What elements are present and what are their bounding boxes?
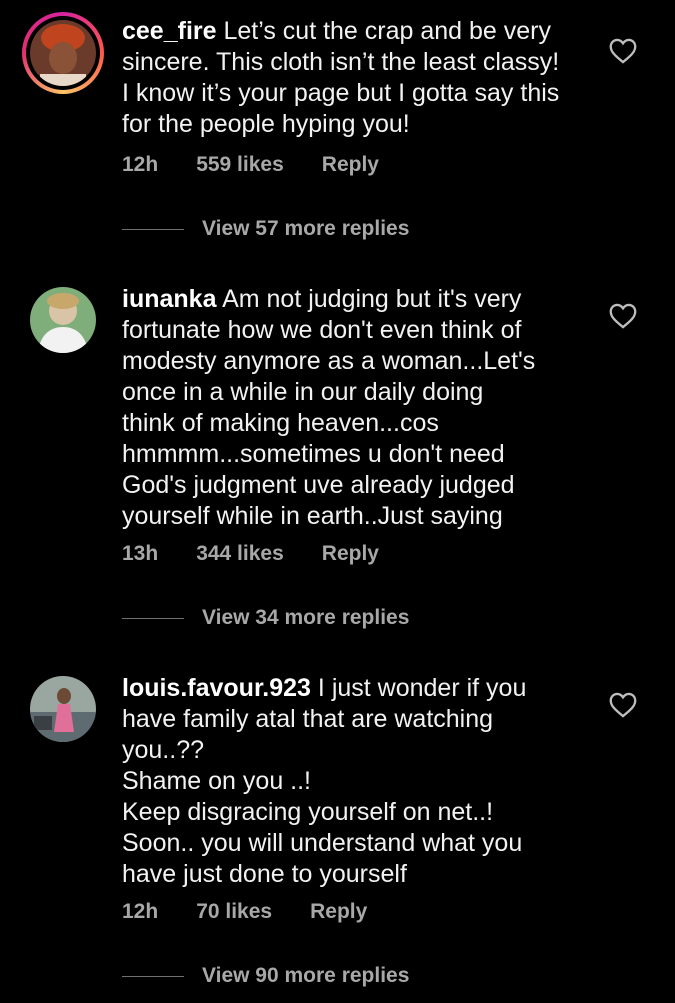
comment-likes[interactable]: 344 likes: [196, 542, 284, 566]
heart-icon[interactable]: [609, 692, 637, 718]
view-replies-label: View 90 more replies: [202, 964, 410, 987]
comment-time: 13h: [122, 542, 159, 565]
heart-icon[interactable]: [609, 303, 637, 329]
avatar[interactable]: [30, 287, 96, 353]
divider-line: [122, 975, 184, 977]
view-replies-label: View 34 more replies: [202, 606, 410, 629]
reply-button[interactable]: Reply: [310, 900, 367, 924]
comment-time: 12h: [122, 900, 159, 923]
divider-line: [122, 617, 184, 619]
story-ring[interactable]: [22, 12, 104, 94]
comment-username[interactable]: iunanka: [122, 285, 216, 313]
reply-button[interactable]: Reply: [322, 542, 379, 566]
comment-body: I just wonder if you have family atal th…: [122, 674, 527, 888]
comment-likes[interactable]: 559 likes: [196, 153, 284, 177]
avatar[interactable]: [30, 20, 96, 86]
divider-line: [122, 228, 184, 230]
comment-username[interactable]: louis.favour.923: [122, 674, 311, 702]
comment-text: louis.favour.923 I just wonder if you ha…: [122, 673, 592, 890]
comment-meta: 12h 70 likes Reply: [122, 900, 405, 924]
comment-text: cee_fire Let’s cut the crap and be very …: [122, 16, 592, 140]
view-replies-label: View 57 more replies: [202, 217, 410, 240]
comment-text: iunanka Am not judging but it's very for…: [122, 284, 592, 532]
view-replies-button[interactable]: View 90 more replies: [122, 964, 409, 988]
comment-body: Am not judging but it's very fortunate h…: [122, 285, 536, 530]
view-replies-button[interactable]: View 57 more replies: [122, 217, 409, 241]
reply-button[interactable]: Reply: [322, 153, 379, 177]
comment-time: 12h: [122, 153, 159, 176]
heart-icon[interactable]: [609, 38, 637, 64]
avatar[interactable]: [30, 676, 96, 742]
comment-likes[interactable]: 70 likes: [196, 900, 272, 924]
comment-username[interactable]: cee_fire: [122, 17, 217, 45]
comment-meta: 13h 344 likes Reply: [122, 542, 417, 566]
view-replies-button[interactable]: View 34 more replies: [122, 606, 409, 630]
comment-meta: 12h 559 likes Reply: [122, 153, 417, 177]
